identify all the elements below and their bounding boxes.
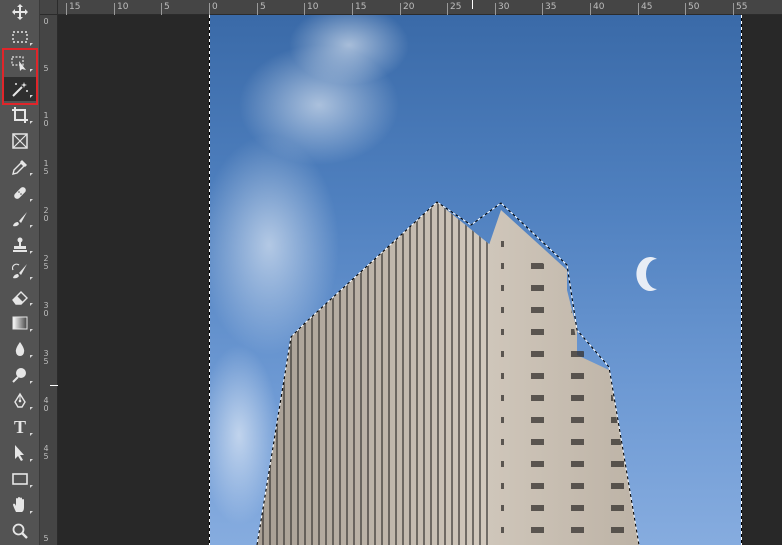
history-brush-icon bbox=[11, 263, 27, 279]
selection-edge-left bbox=[209, 15, 210, 545]
ruler-label: 40 bbox=[43, 396, 49, 413]
ruler-label: 35 bbox=[43, 349, 49, 366]
ruler-label: 25 bbox=[450, 2, 462, 12]
marquee-tool[interactable] bbox=[4, 25, 36, 49]
rect-marquee-icon bbox=[12, 31, 28, 43]
document-image[interactable] bbox=[209, 15, 742, 545]
ruler-label: 5 bbox=[164, 2, 170, 12]
ruler-label: 50 bbox=[688, 2, 700, 12]
eyedropper-tool[interactable] bbox=[4, 155, 36, 179]
magic-wand-tool[interactable] bbox=[4, 77, 36, 101]
dodge-icon bbox=[12, 368, 26, 383]
object-selection-tool[interactable] bbox=[4, 51, 36, 75]
crop-tool[interactable] bbox=[4, 103, 36, 127]
move-icon bbox=[12, 4, 28, 20]
pen-icon bbox=[14, 392, 26, 408]
ruler-corner bbox=[40, 0, 58, 15]
path-selection-tool[interactable] bbox=[4, 441, 36, 465]
move-tool[interactable] bbox=[4, 0, 36, 24]
frame-icon bbox=[12, 133, 28, 149]
hand-icon bbox=[13, 497, 24, 512]
ruler-label: 10 bbox=[307, 2, 319, 12]
ruler-label: 20 bbox=[43, 206, 49, 223]
ruler-label: 25 bbox=[43, 254, 49, 271]
gradient-tool[interactable] bbox=[4, 311, 36, 335]
eraser-tool[interactable] bbox=[4, 285, 36, 309]
history-brush-tool[interactable] bbox=[4, 259, 36, 283]
photo-building-sky bbox=[209, 15, 657, 545]
canvas-area[interactable] bbox=[58, 15, 782, 545]
rectangle-tool[interactable] bbox=[4, 467, 36, 491]
ruler-label: 45 bbox=[43, 444, 49, 461]
ruler-label: 5 bbox=[43, 64, 49, 73]
hand-tool[interactable] bbox=[4, 493, 36, 517]
magic-wand-icon bbox=[12, 82, 28, 97]
ruler-label: 35 bbox=[545, 2, 557, 12]
arrow-icon bbox=[15, 445, 24, 461]
brush-tool[interactable] bbox=[4, 207, 36, 231]
ruler-label: 45 bbox=[641, 2, 653, 12]
pen-tool[interactable] bbox=[4, 389, 36, 413]
ruler-label: 5 bbox=[260, 2, 266, 12]
eraser-icon bbox=[12, 291, 28, 305]
horizontal-ruler[interactable]: 15 10 5 0 5 10 15 20 25 30 35 40 45 50 5… bbox=[58, 0, 782, 15]
stamp-icon bbox=[13, 237, 27, 252]
ruler-label: 0 bbox=[212, 2, 218, 12]
eyedropper-icon bbox=[12, 160, 27, 175]
gradient-icon bbox=[12, 316, 28, 330]
dodge-tool[interactable] bbox=[4, 363, 36, 387]
ruler-label: 55 bbox=[736, 2, 748, 12]
tools-panel: T bbox=[0, 0, 40, 545]
clone-stamp-tool[interactable] bbox=[4, 233, 36, 257]
brush-icon bbox=[13, 212, 27, 227]
rectangle-icon bbox=[12, 473, 28, 485]
zoom-icon bbox=[12, 523, 28, 539]
frame-tool[interactable] bbox=[4, 129, 36, 153]
type-tool[interactable]: T bbox=[4, 415, 36, 439]
ruler-label: 10 bbox=[43, 111, 49, 128]
ruler-label: 15 bbox=[355, 2, 367, 12]
vertical-ruler[interactable]: 0 5 10 15 20 25 30 35 40 45 5 bbox=[40, 15, 58, 545]
ruler-label: 15 bbox=[43, 159, 49, 176]
ruler-label: 10 bbox=[117, 2, 129, 12]
ruler-label: 30 bbox=[43, 301, 49, 318]
ruler-label: 0 bbox=[43, 17, 49, 26]
zoom-tool[interactable] bbox=[4, 519, 36, 543]
ruler-label: 20 bbox=[403, 2, 415, 12]
blur-tool[interactable] bbox=[4, 337, 36, 361]
bandage-icon bbox=[14, 187, 26, 199]
ruler-label: 5 bbox=[43, 534, 49, 543]
type-icon: T bbox=[13, 416, 26, 437]
selection-edge-right bbox=[741, 15, 742, 545]
crop-icon bbox=[12, 107, 28, 123]
drop-icon bbox=[15, 342, 25, 356]
ruler-label: 40 bbox=[593, 2, 605, 12]
ruler-label: 15 bbox=[69, 2, 81, 12]
object-selection-icon bbox=[11, 56, 26, 71]
healing-brush-tool[interactable] bbox=[4, 181, 36, 205]
ruler-label: 30 bbox=[498, 2, 510, 12]
